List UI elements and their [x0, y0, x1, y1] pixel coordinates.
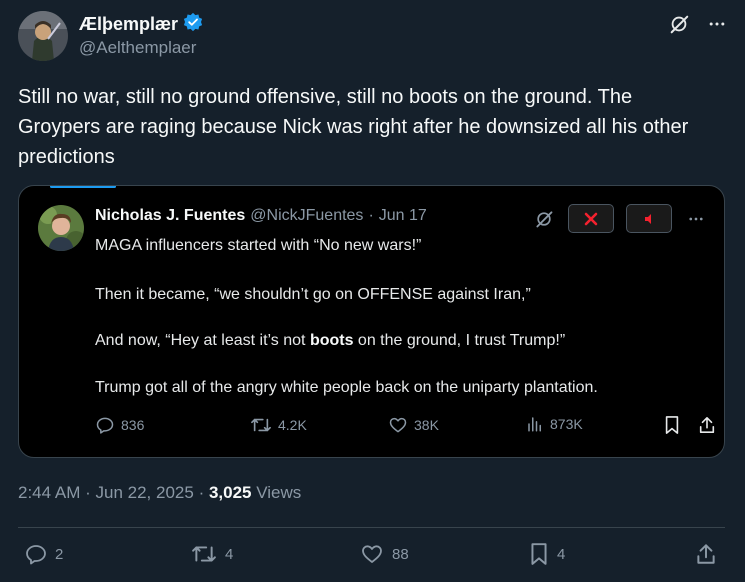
quoted-like-button[interactable]: 38K [388, 415, 439, 435]
tweet-date[interactable]: Jun 22, 2025 [96, 483, 194, 502]
quoted-text-line-1: MAGA influencers started with “No new wa… [95, 237, 422, 254]
line-3-bold: boots [309, 332, 354, 349]
bookmark-icon [531, 543, 547, 565]
author-name-row[interactable]: Ælþemplær [79, 12, 203, 37]
reply-icon [26, 545, 46, 565]
line-3-end: on the ground, I trust Trump!” [353, 332, 566, 349]
share-button[interactable] [695, 542, 717, 566]
grok-icon[interactable] [532, 207, 556, 231]
grok-icon[interactable] [667, 12, 691, 36]
quoted-bookmark-button[interactable] [663, 415, 681, 435]
like-button[interactable]: 88 [359, 542, 409, 566]
bookmark-count: 4 [557, 545, 566, 563]
line-3-start: And now, “Hey at least it’s not [95, 332, 310, 349]
like-count: 88 [392, 545, 409, 563]
quoted-tweet-actions: 836 4.2K 38K 873K [95, 415, 715, 437]
repost-icon [251, 418, 271, 432]
quoted-repost-button[interactable]: 4.2K [250, 415, 307, 435]
quoted-text-line-2: Then it became, “we shouldn’t go on OFFE… [95, 286, 531, 303]
separator-dot: · [198, 483, 205, 502]
bookmark-button[interactable]: 4 [528, 542, 565, 566]
views-label: Views [256, 483, 302, 502]
reply-count: 2 [55, 545, 64, 563]
views-count: 3,025 [208, 483, 252, 502]
tweet-actions: 2 4 88 4 [0, 542, 745, 572]
author-handle[interactable]: @Aelthemplaer [79, 38, 196, 58]
repost-count: 4 [225, 545, 234, 563]
quoted-views-count: 873K [550, 416, 583, 432]
separator-dot: · [368, 207, 374, 224]
share-icon [697, 544, 715, 564]
like-icon [389, 417, 407, 433]
quoted-repost-count: 4.2K [278, 417, 307, 433]
like-icon [362, 545, 382, 563]
mute-icon [645, 213, 651, 224]
share-icon [699, 416, 715, 434]
tweet-time[interactable]: 2:44 AM [18, 483, 80, 502]
divider [18, 527, 725, 528]
quoted-like-count: 38K [414, 417, 439, 433]
quoted-tweet-card[interactable]: Nicholas J. Fuentes @NickJFuentes · Jun … [18, 185, 725, 458]
separator-dot: · [85, 483, 91, 502]
quoted-tweet-header: Nicholas J. Fuentes @NickJFuentes · Jun … [95, 207, 427, 225]
bookmark-icon [665, 416, 679, 434]
author-avatar[interactable] [18, 11, 68, 61]
quoted-tweet-tools [532, 204, 708, 233]
more-icon[interactable] [684, 207, 708, 231]
tweet-top-actions [667, 12, 729, 36]
quoted-tweet-date[interactable]: Jun 17 [379, 207, 427, 225]
reply-button[interactable]: 2 [24, 542, 63, 566]
quote-top-indicator [50, 186, 116, 188]
close-icon [584, 212, 598, 225]
quoted-text-line-4: Trump got all of the angry white people … [95, 379, 598, 396]
quoted-text-line-3: And now, “Hey at least it’s not boots on… [95, 332, 565, 350]
repost-icon [192, 546, 216, 562]
repost-button[interactable]: 4 [190, 542, 233, 566]
quoted-views-button[interactable]: 873K [526, 415, 583, 433]
mute-button[interactable] [626, 204, 672, 233]
quoted-share-button[interactable] [698, 415, 716, 435]
quoted-reply-button[interactable]: 836 [95, 415, 144, 435]
author-name[interactable]: Ælþemplær [79, 14, 178, 35]
tweet-timestamp: 2:44 AM · Jun 22, 2025 · 3,025 Views [18, 483, 301, 503]
views-icon [528, 417, 541, 432]
quoted-author-name[interactable]: Nicholas J. Fuentes [95, 207, 245, 225]
quoted-reply-count: 836 [121, 417, 145, 433]
quoted-author-avatar[interactable] [38, 205, 84, 251]
tweet-text: Still no war, still no ground offensive,… [18, 86, 689, 168]
reply-icon [96, 417, 114, 434]
more-icon[interactable] [705, 12, 729, 36]
close-button[interactable] [568, 204, 614, 233]
quoted-author-handle[interactable]: @NickJFuentes [250, 207, 363, 225]
verified-badge-icon [183, 12, 203, 37]
